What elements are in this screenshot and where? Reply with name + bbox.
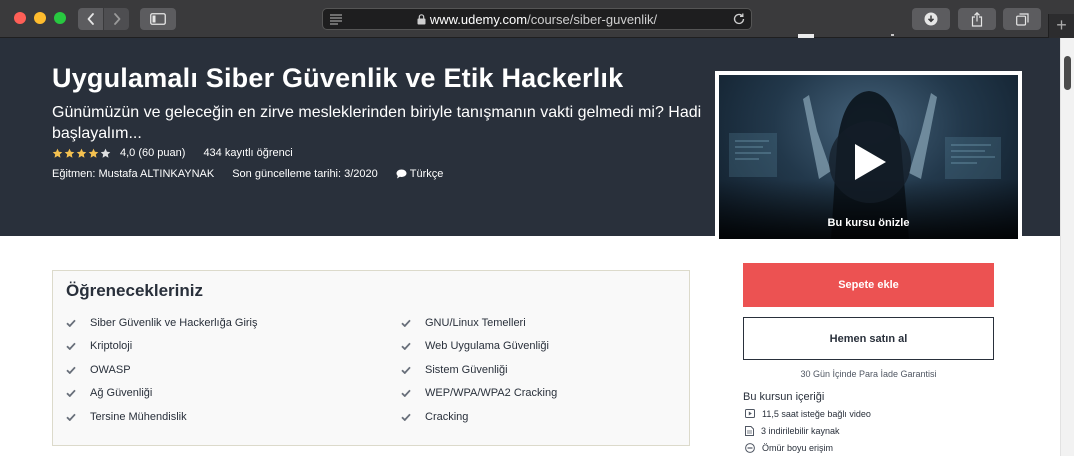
star-icon — [76, 148, 87, 158]
learn-item: GNU/Linux Temelleri — [401, 311, 557, 335]
course-title: Uygulamalı Siber Güvenlik ve Etik Hacker… — [52, 63, 624, 93]
url-text: www.udemy.com/course/siber-guvenlik/ — [323, 12, 751, 27]
speech-bubble-icon — [396, 169, 407, 179]
includes-list: 11,5 saat isteğe bağlı video 3 indirileb… — [745, 405, 871, 456]
learn-item: Tersine Mühendislik — [66, 405, 258, 429]
tabs-icon — [1015, 12, 1029, 26]
check-icon — [401, 366, 411, 374]
preview-label: Bu kursu önizle — [827, 217, 910, 229]
downloads-button[interactable] — [912, 8, 950, 30]
check-icon — [401, 413, 411, 421]
address-bar[interactable]: www.udemy.com/course/siber-guvenlik/ — [322, 8, 752, 30]
header-icons-partial — [798, 34, 894, 38]
back-button[interactable] — [78, 8, 103, 30]
learn-title: Öğrenecekleriniz — [66, 281, 204, 300]
language-label: Türkçe — [409, 168, 444, 180]
what-you-will-learn: Öğrenecekleriniz Siber Güvenlik ve Hacke… — [52, 270, 690, 446]
learn-item: Siber Güvenlik ve Hackerlığa Giriş — [66, 311, 258, 335]
learn-item: WEP/WPA/WPA2 Cracking — [401, 382, 557, 406]
chevron-left-icon — [87, 13, 94, 25]
browser-toolbar: www.udemy.com/course/siber-guvenlik/ + — [0, 0, 1074, 38]
play-icon — [855, 144, 886, 180]
scrollbar-thumb[interactable] — [1064, 56, 1071, 90]
share-button[interactable] — [958, 8, 996, 30]
students-count: 434 kayıtlı öğrenci — [203, 147, 293, 159]
learn-item: Ağ Güvenliği — [66, 382, 258, 406]
page-scrollbar[interactable] — [1060, 38, 1074, 456]
zoom-window-button[interactable] — [54, 12, 66, 24]
check-icon — [66, 342, 76, 351]
lock-icon — [417, 14, 426, 25]
sidebar-toggle-button[interactable] — [140, 8, 176, 30]
video-icon — [745, 409, 755, 418]
preview-thumbnail[interactable]: Bu kursu önizle — [719, 75, 1018, 239]
learn-item: OWASP — [66, 358, 258, 382]
file-icon — [745, 425, 754, 436]
includes-item: 11,5 saat isteğe bağlı video — [745, 405, 871, 422]
reload-icon[interactable] — [732, 12, 746, 26]
url-host: www.udemy.com — [429, 12, 528, 27]
course-preview[interactable]: Bu kursu önizle — [715, 71, 1022, 243]
includes-item: Ömür boyu erişim — [745, 439, 871, 456]
check-icon — [401, 389, 411, 398]
check-icon — [66, 389, 76, 398]
check-icon — [401, 319, 411, 327]
minimize-window-button[interactable] — [34, 12, 46, 24]
learn-item: Kriptoloji — [66, 335, 258, 359]
money-back-guarantee: 30 Gün İçinde Para İade Garantisi — [800, 369, 937, 379]
add-to-cart-button[interactable]: Sepete ekle — [743, 263, 994, 307]
language: Türkçe — [396, 168, 444, 180]
course-subtitle: Günümüzün ve geleceğin en zirve meslekle… — [52, 104, 702, 142]
download-icon — [924, 12, 938, 26]
url-path: /course/siber-guvenlik/ — [527, 12, 658, 27]
star-icon — [88, 148, 99, 158]
learn-item: Sistem Güvenliği — [401, 358, 557, 382]
rating-row: 4,0 (60 puan) 434 kayıtlı öğrenci — [52, 147, 293, 159]
includes-title: Bu kursun içeriği — [743, 391, 825, 403]
play-button[interactable] — [829, 121, 911, 203]
learn-list-right: GNU/Linux Temelleri Web Uygulama Güvenli… — [401, 311, 557, 429]
learn-item: Web Uygulama Güvenliği — [401, 335, 557, 359]
star-icon — [52, 148, 63, 158]
check-icon — [66, 413, 76, 421]
instructor-link[interactable]: Eğitmen: Mustafa ALTINKAYNAK — [52, 168, 214, 180]
infinity-icon — [745, 442, 755, 453]
meta-row: Eğitmen: Mustafa ALTINKAYNAK Son güncell… — [52, 168, 443, 180]
check-icon — [66, 319, 76, 327]
learn-list-left: Siber Güvenlik ve Hackerlığa Giriş Kript… — [66, 311, 258, 429]
includes-item: 3 indirilebilir kaynak — [745, 422, 871, 439]
new-tab-button[interactable]: + — [1048, 14, 1074, 38]
chevron-right-icon — [113, 13, 120, 25]
rating-stars — [52, 148, 112, 159]
share-icon — [971, 11, 983, 27]
rating-text[interactable]: 4,0 (60 puan) — [120, 147, 185, 159]
check-icon — [66, 366, 76, 374]
sidebar-icon — [150, 13, 166, 25]
learn-item: Cracking — [401, 405, 557, 429]
show-tabs-button[interactable] — [1003, 8, 1041, 30]
buy-now-button[interactable]: Hemen satın al — [743, 317, 994, 360]
forward-button[interactable] — [104, 8, 129, 30]
star-icon — [100, 148, 111, 158]
last-updated: Son güncelleme tarihi: 3/2020 — [232, 168, 378, 180]
star-icon — [64, 148, 75, 158]
check-icon — [401, 342, 411, 351]
close-window-button[interactable] — [14, 12, 26, 24]
